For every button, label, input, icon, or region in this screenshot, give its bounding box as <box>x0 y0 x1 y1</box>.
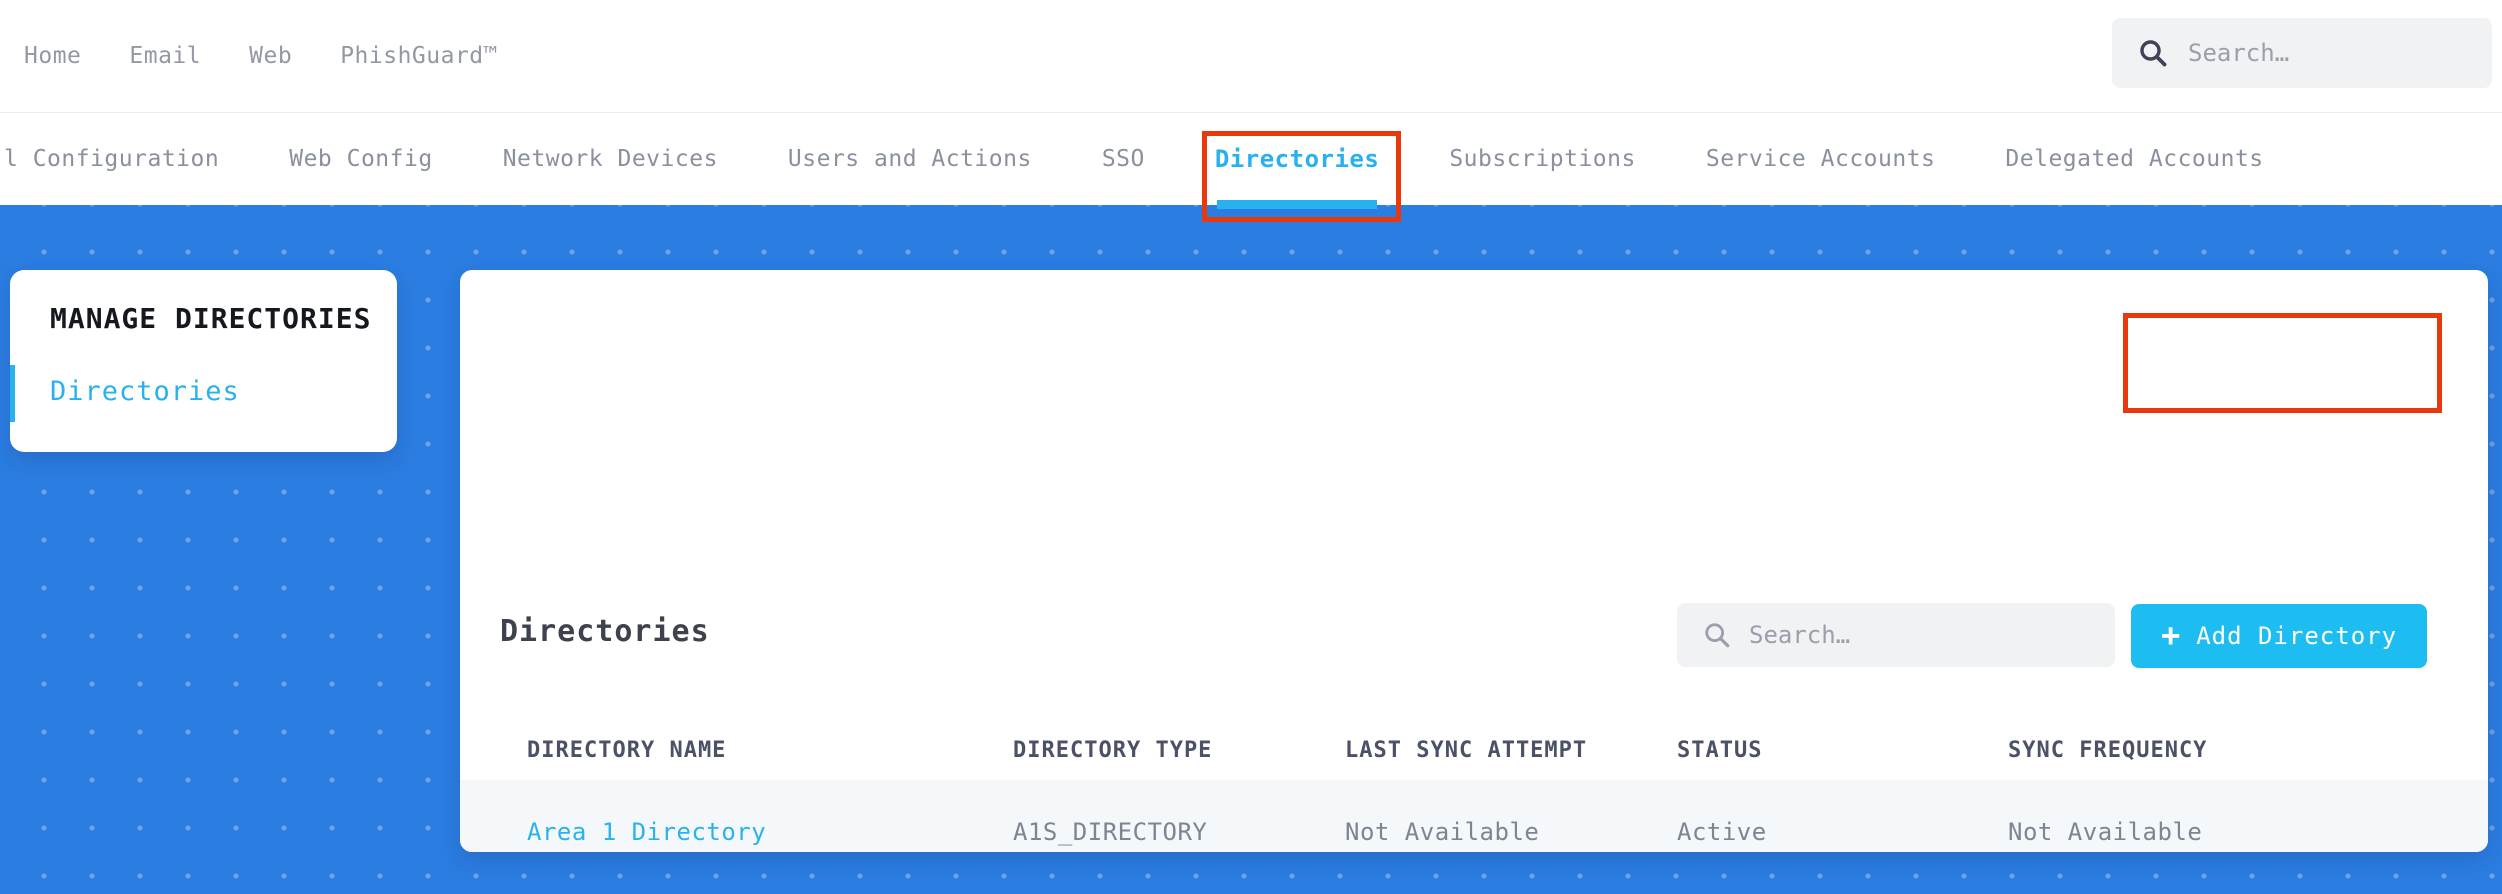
tab-label: Delegated Accounts <box>2005 146 2264 172</box>
sidebar-item-directories[interactable]: Directories <box>50 376 240 407</box>
add-directory-label: Add Directory <box>2196 622 2398 650</box>
status-cell: Active <box>1677 818 1767 846</box>
search-icon <box>1705 623 1730 648</box>
tab-label: Web Config <box>289 146 433 172</box>
column-header-sync-frequency: SYNC FREQUENCY <box>2008 737 2208 763</box>
active-item-stripe <box>10 365 15 422</box>
directories-table: DIRECTORY NAME DIRECTORY TYPE LAST SYNC … <box>460 720 2488 852</box>
nav-item-phishguard[interactable]: PhishGuard™ <box>340 43 498 69</box>
column-header-directory-name: DIRECTORY NAME <box>527 737 727 763</box>
active-tab-underline <box>1216 200 1378 209</box>
last-sync-cell: Not Available <box>1345 818 1540 846</box>
directories-panel: Directories + Add Directory DIRECTORY NA… <box>460 270 2488 852</box>
column-header-last-sync: LAST SYNC ATTEMPT <box>1345 737 1588 763</box>
table-header-row: DIRECTORY NAME DIRECTORY TYPE LAST SYNC … <box>460 720 2488 780</box>
sync-frequency-cell: Not Available <box>2008 818 2203 846</box>
directory-type-cell: A1S_DIRECTORY <box>1013 818 1208 846</box>
nav-item-home[interactable]: Home <box>24 43 81 69</box>
tab-delegated-accounts[interactable]: Delegated Accounts <box>2005 113 2263 205</box>
nav-item-web[interactable]: Web <box>249 43 292 69</box>
tab-label: Subscriptions <box>1449 146 1636 172</box>
directories-search-box[interactable] <box>1677 603 2115 667</box>
column-header-status: STATUS <box>1677 737 1763 763</box>
directories-search-input[interactable] <box>1749 621 2079 649</box>
global-search-box[interactable] <box>2112 18 2492 88</box>
directory-name-link[interactable]: Area 1 Directory <box>527 818 1013 846</box>
primary-nav: Home Email Web PhishGuard™ <box>0 43 498 69</box>
page-title: Directories <box>500 614 710 649</box>
tab-users-and-actions[interactable]: Users and Actions <box>788 113 1032 205</box>
tab-service-accounts[interactable]: Service Accounts <box>1706 113 1936 205</box>
tab-label: Users and Actions <box>787 146 1032 172</box>
manage-directories-card: MANAGE DIRECTORIES Directories <box>10 270 397 452</box>
tab-sso[interactable]: SSO <box>1102 113 1145 205</box>
tab-label: l Configuration <box>4 146 220 172</box>
tab-network-devices[interactable]: Network Devices <box>503 113 718 205</box>
nav-item-email[interactable]: Email <box>129 43 201 69</box>
tab-label: Directories <box>1214 145 1380 173</box>
settings-tab-bar: l Configuration Web Config Network Devic… <box>0 112 2502 222</box>
global-search-input[interactable] <box>2188 39 2468 67</box>
tab-label: Service Accounts <box>1705 146 1936 172</box>
side-card-title: MANAGE DIRECTORIES <box>50 302 372 335</box>
table-row: Area 1 Directory A1S_DIRECTORY Not Avail… <box>460 780 2488 852</box>
top-bar: Home Email Web PhishGuard™ <box>0 0 2502 112</box>
tab-label: Network Devices <box>502 146 718 172</box>
tab-configuration[interactable]: l Configuration <box>4 113 219 205</box>
tab-subscriptions[interactable]: Subscriptions <box>1449 113 1636 205</box>
tab-web-config[interactable]: Web Config <box>289 113 432 205</box>
search-icon <box>2140 40 2167 67</box>
tab-directories[interactable]: Directories <box>1201 113 1402 222</box>
column-header-directory-type: DIRECTORY TYPE <box>1013 737 1213 763</box>
add-directory-button[interactable]: + Add Directory <box>2131 604 2427 668</box>
plus-icon: + <box>2160 615 2181 654</box>
tab-label: SSO <box>1101 146 1145 172</box>
annotation-box-add-directory <box>2123 313 2442 413</box>
